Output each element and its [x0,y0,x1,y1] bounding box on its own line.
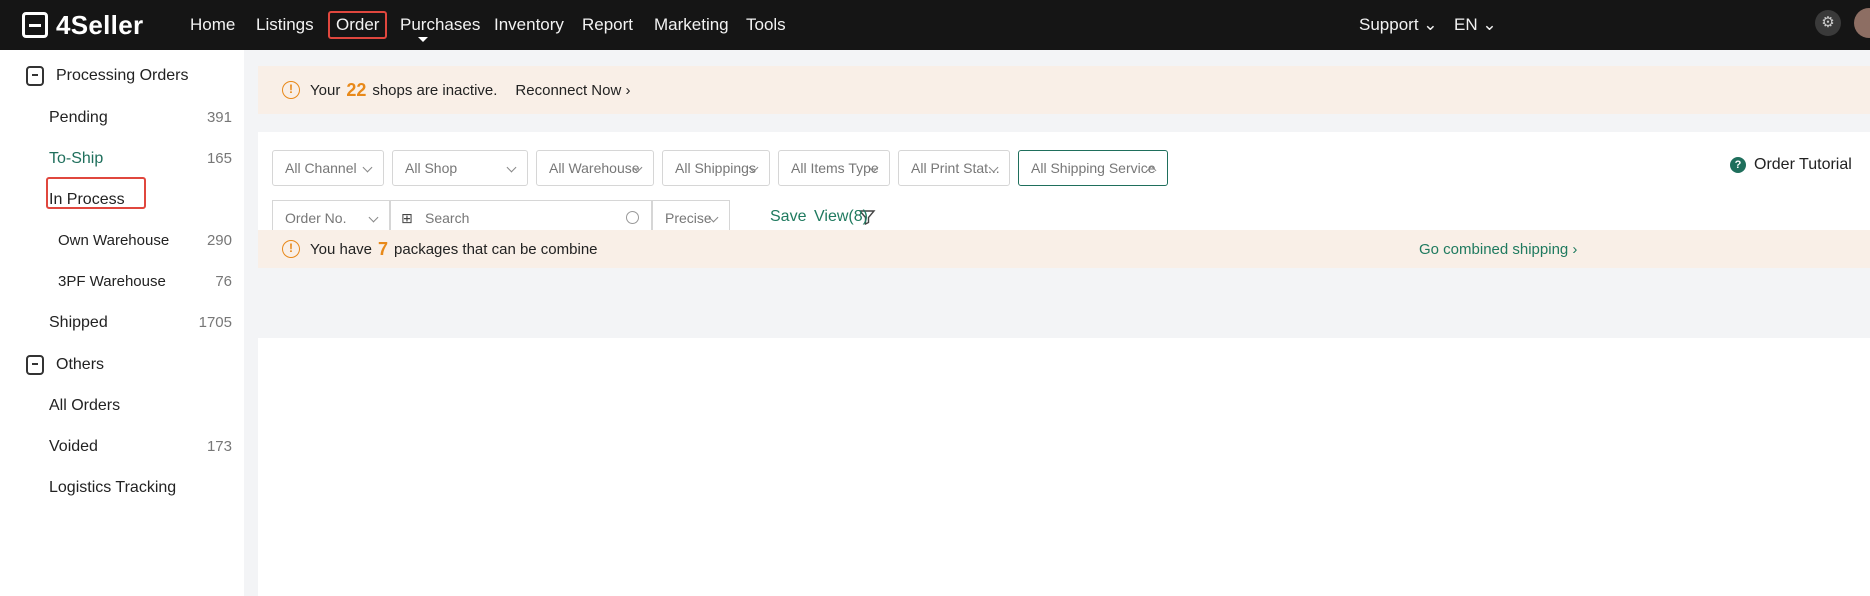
3pf-warehouse-count: 76 [215,273,232,290]
sidebar-item-to-ship[interactable]: To-Ship [49,147,103,171]
sidebar-group-label: Others [56,356,105,373]
nav-tools[interactable]: Tools [746,11,786,39]
order-tutorial-link[interactable]: ? Order Tutorial [1730,156,1852,174]
sidebar-item-3pf-warehouse[interactable]: 3PF Warehouse [58,270,166,294]
channel-select[interactable]: All Channel [272,150,384,186]
sidebar: Processing Orders Pending 391 To-Ship 16… [0,50,244,596]
clipboard-icon [26,66,44,86]
warning-icon: ! [282,240,300,258]
print-status-select[interactable]: All Print Stat... [898,150,1010,186]
sidebar-group-others[interactable]: Others [26,353,104,377]
nav-report[interactable]: Report [582,11,633,39]
shop-select[interactable]: All Shop [392,150,528,186]
nav-home[interactable]: Home [190,11,235,39]
to-ship-highlight [46,177,146,209]
nav-order[interactable]: Order [328,11,388,39]
warehouse-select[interactable]: All Warehouse [536,150,654,186]
alert-text-prefix: You have [310,240,373,258]
shipping-service-select[interactable]: All Shipping Service [1018,150,1168,186]
sidebar-item-logistics-tracking[interactable]: Logistics Tracking [49,476,176,500]
save-view-button[interactable]: Save [770,208,806,226]
sidebar-item-own-warehouse[interactable]: Own Warehouse [58,229,169,253]
voided-count: 173 [206,438,232,455]
alert-text-prefix: Your [310,81,341,99]
question-icon: ? [1730,157,1746,173]
nav-purchases[interactable]: Purchases [400,11,480,39]
reconnect-link[interactable]: Reconnect Now › [515,82,630,99]
sidebar-group-processing[interactable]: Processing Orders [26,64,189,88]
views-button[interactable]: View(8) [814,208,868,226]
nav-marketing[interactable]: Marketing [654,11,729,39]
nav-listings[interactable]: Listings [256,11,314,39]
support-menu[interactable]: Support ⌄ [1359,11,1438,39]
sidebar-item-all-orders[interactable]: All Orders [49,394,120,418]
alert-text-suffix: shops are inactive. [372,81,498,99]
pending-count: 391 [206,109,232,126]
warning-icon: ! [282,81,300,99]
language-menu[interactable]: EN ⌄ [1454,11,1497,39]
clipboard-icon [26,355,44,375]
combine-packages-alert: ! You have 7 packages that can be combin… [258,230,1870,268]
sidebar-group-label: Processing Orders [56,67,189,84]
combine-count: 7 [378,238,389,259]
brand-name: 4Seller [56,9,144,40]
alert-text-suffix: packages that can be combine [394,240,598,258]
orders-list-card [258,338,1870,596]
inactive-shops-alert: ! Your 22 shops are inactive. Reconnect … [258,66,1870,114]
to-ship-count: 165 [206,150,232,167]
inactive-count: 22 [346,79,367,100]
sidebar-item-shipped[interactable]: Shipped [49,311,108,335]
sidebar-item-voided[interactable]: Voided [49,435,98,459]
shippings-select[interactable]: All Shippings [662,150,770,186]
tutorial-label: Order Tutorial [1754,156,1852,173]
settings-gear-icon[interactable]: ⚙ [1815,10,1841,36]
sidebar-item-pending[interactable]: Pending [49,106,108,130]
go-combined-shipping-link[interactable]: Go combined shipping › [1419,241,1577,258]
search-icon [626,211,639,224]
shipped-count: 1705 [198,314,232,331]
top-nav-bar: 4Seller Home Listings Order Purchases In… [0,0,1870,50]
brand-logo[interactable]: 4Seller [22,8,143,42]
own-warehouse-count: 290 [206,232,232,249]
items-type-select[interactable]: All Items Type [778,150,890,186]
nav-inventory[interactable]: Inventory [494,11,564,39]
user-avatar[interactable] [1854,8,1870,38]
logo-bag-icon [22,12,48,38]
